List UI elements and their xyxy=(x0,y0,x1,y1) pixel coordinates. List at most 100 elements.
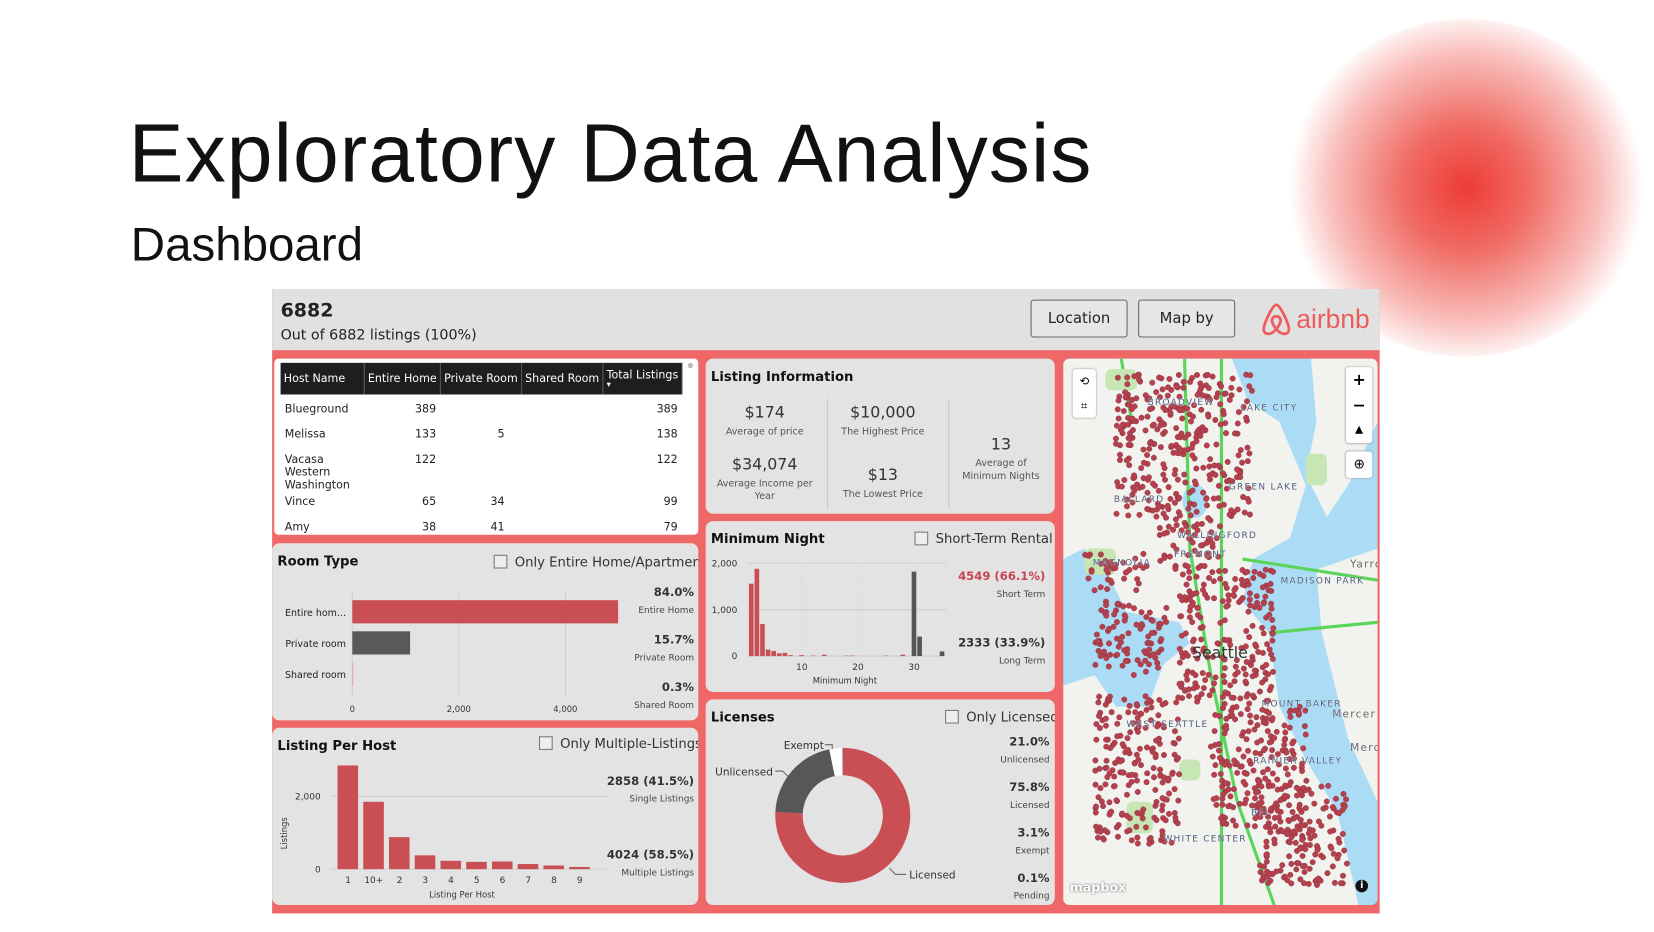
listing-dot[interactable] xyxy=(1123,457,1130,464)
listing-dot[interactable] xyxy=(1150,421,1157,428)
listing-dot[interactable] xyxy=(1166,553,1173,560)
listing-dot[interactable] xyxy=(1238,763,1245,770)
listing-dot[interactable] xyxy=(1159,386,1166,393)
listing-dot[interactable] xyxy=(1132,709,1139,716)
listings-map[interactable]: BROADVIEW LAKE CITY BALLARD GREEN LAKE WALLI… xyxy=(1063,358,1378,906)
listing-dot[interactable] xyxy=(1095,699,1102,706)
listing-dot[interactable] xyxy=(1183,672,1190,679)
listing-dot[interactable] xyxy=(1305,830,1312,837)
listing-dot[interactable] xyxy=(1230,817,1237,824)
listing-dot[interactable] xyxy=(1176,659,1183,666)
listing-dot[interactable] xyxy=(1203,442,1210,449)
listing-dot[interactable] xyxy=(1219,795,1226,802)
listing-dot[interactable] xyxy=(1212,417,1219,423)
listing-dot[interactable] xyxy=(1226,802,1233,809)
listing-dot[interactable] xyxy=(1146,840,1153,847)
listing-dot[interactable] xyxy=(1179,597,1186,604)
listing-dot[interactable] xyxy=(1147,834,1154,841)
listing-dot[interactable] xyxy=(1253,593,1260,600)
listing-dot[interactable] xyxy=(1173,383,1180,390)
listing-dot[interactable] xyxy=(1119,741,1126,748)
bar[interactable] xyxy=(771,650,777,657)
listing-dot[interactable] xyxy=(1092,757,1099,764)
listing-dot[interactable] xyxy=(1233,703,1240,710)
map-card[interactable]: BROADVIEW LAKE CITY BALLARD GREEN LAKE WALLI… xyxy=(1063,358,1378,906)
listing-dot[interactable] xyxy=(1297,816,1304,823)
listing-dot[interactable] xyxy=(1269,747,1276,754)
listing-dot[interactable] xyxy=(1228,507,1235,514)
listing-dot[interactable] xyxy=(1239,581,1246,588)
listing-dot[interactable] xyxy=(1242,671,1249,678)
listing-dot[interactable] xyxy=(1106,625,1112,632)
listing-dot[interactable] xyxy=(1194,521,1201,528)
listing-dot[interactable] xyxy=(1219,819,1226,826)
zoom-to-selection-icon[interactable]: ⊕ xyxy=(1345,451,1373,478)
listing-dot[interactable] xyxy=(1193,465,1200,472)
listing-dot[interactable] xyxy=(1305,880,1312,887)
listing-dot[interactable] xyxy=(1174,476,1181,483)
listing-dot[interactable] xyxy=(1203,539,1210,546)
listing-dot[interactable] xyxy=(1230,592,1237,598)
listing-dot[interactable] xyxy=(1282,729,1289,736)
listing-dot[interactable] xyxy=(1115,397,1122,404)
listing-dot[interactable] xyxy=(1314,882,1320,888)
listing-dot[interactable] xyxy=(1260,769,1266,776)
column-header[interactable]: Private Room xyxy=(440,362,522,395)
bar[interactable] xyxy=(788,655,793,657)
listing-dot[interactable] xyxy=(1115,833,1121,840)
map-by-button[interactable]: Map by xyxy=(1138,299,1236,338)
listing-dot[interactable] xyxy=(1222,689,1229,696)
listing-dot[interactable] xyxy=(1200,489,1207,496)
listing-dot[interactable] xyxy=(1098,798,1105,805)
listing-dot[interactable] xyxy=(1302,846,1309,853)
listing-dot[interactable] xyxy=(1296,804,1303,811)
listing-dot[interactable] xyxy=(1103,757,1110,764)
listing-dot[interactable] xyxy=(1228,384,1235,391)
listing-dot[interactable] xyxy=(1246,634,1253,641)
listing-dot[interactable] xyxy=(1133,587,1140,594)
listing-dot[interactable] xyxy=(1107,693,1113,700)
listing-dot[interactable] xyxy=(1186,693,1192,699)
listing-dot[interactable] xyxy=(1181,471,1188,478)
listing-dot[interactable] xyxy=(1133,751,1140,758)
listing-dot[interactable] xyxy=(1127,729,1134,736)
listing-dot[interactable] xyxy=(1252,795,1258,802)
listing-dot[interactable] xyxy=(1190,413,1196,420)
listing-dot[interactable] xyxy=(1250,692,1256,699)
listing-dot[interactable] xyxy=(1339,830,1346,837)
listing-dot[interactable] xyxy=(1124,374,1131,381)
listing-dot[interactable] xyxy=(1176,494,1183,501)
listing-dot[interactable] xyxy=(1336,810,1343,817)
listing-dot[interactable] xyxy=(1244,568,1251,575)
bar[interactable] xyxy=(337,765,359,870)
listing-dot[interactable] xyxy=(1232,430,1238,437)
listing-dot[interactable] xyxy=(1096,725,1103,731)
listing-dot[interactable] xyxy=(1238,597,1244,604)
listing-dot[interactable] xyxy=(1286,724,1293,731)
listing-dot[interactable] xyxy=(1114,651,1121,658)
checkbox-box[interactable] xyxy=(493,554,508,569)
listing-dot[interactable] xyxy=(1252,749,1259,756)
listing-dot[interactable] xyxy=(1157,557,1164,564)
listing-dot[interactable] xyxy=(1088,568,1095,575)
listing-dot[interactable] xyxy=(1150,480,1156,487)
listing-dot[interactable] xyxy=(1265,671,1271,678)
listing-dot[interactable] xyxy=(1176,680,1183,687)
listing-dot[interactable] xyxy=(1243,796,1249,803)
listing-dot[interactable] xyxy=(1138,414,1145,421)
listing-dot[interactable] xyxy=(1125,512,1132,519)
listing-dot[interactable] xyxy=(1171,786,1178,793)
listing-dot[interactable] xyxy=(1177,434,1184,441)
listing-dot[interactable] xyxy=(1271,836,1278,843)
listing-dot[interactable] xyxy=(1270,668,1276,675)
bar[interactable] xyxy=(760,624,765,657)
listing-dot[interactable] xyxy=(1199,624,1206,630)
listing-dot[interactable] xyxy=(1143,613,1150,620)
listing-dot[interactable] xyxy=(1219,470,1226,477)
listing-dot[interactable] xyxy=(1246,757,1253,764)
listing-dot[interactable] xyxy=(1126,702,1133,709)
listing-dot[interactable] xyxy=(1146,445,1153,452)
listing-dot[interactable] xyxy=(1121,477,1128,483)
listing-dot[interactable] xyxy=(1150,774,1157,781)
listing-dot[interactable] xyxy=(1217,401,1224,408)
